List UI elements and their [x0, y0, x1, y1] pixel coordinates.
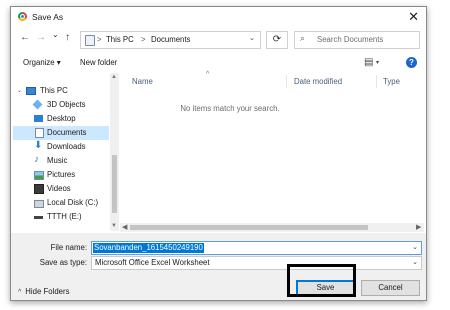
breadcrumb-separator: >: [97, 35, 102, 44]
address-dropdown-icon[interactable]: ⌄: [249, 34, 255, 42]
cancel-button[interactable]: Cancel: [361, 280, 420, 296]
navigation-pane: ⌄ This PC 3D Objects Desktop Documents ⬇…: [13, 73, 110, 231]
sidebar-item-label: Music: [47, 156, 68, 165]
sidebar-item-label: Desktop: [47, 114, 76, 123]
refresh-button[interactable]: ⟳: [266, 31, 288, 49]
pictures-icon: [34, 171, 44, 180]
column-divider[interactable]: [376, 75, 377, 88]
column-header-type[interactable]: Type: [383, 77, 400, 86]
new-folder-button[interactable]: New folder: [80, 58, 117, 67]
column-header-date-modified[interactable]: Date modified: [294, 77, 342, 86]
videos-icon: [34, 184, 44, 194]
save-type-label: Save as type:: [39, 258, 87, 267]
music-icon: ♪: [34, 154, 39, 165]
sort-ascending-icon: ^: [206, 71, 210, 78]
scroll-down-icon[interactable]: ▼: [111, 223, 117, 229]
collapse-icon[interactable]: ⌄: [17, 87, 22, 94]
title-bar: Save As ✕: [11, 7, 426, 27]
horizontal-scrollbar[interactable]: ◀ ▶: [120, 223, 424, 232]
breadcrumb-this-pc[interactable]: This PC: [106, 35, 134, 44]
breadcrumb-separator: >: [141, 35, 146, 44]
folder-icon: [85, 35, 95, 46]
chrome-icon: [18, 12, 27, 21]
sidebar-item-ttth[interactable]: TTTH (E:): [13, 210, 109, 224]
back-arrow-icon[interactable]: ←: [20, 32, 30, 43]
file-list: Name ^ Date modified Type No items match…: [120, 71, 423, 223]
file-name-dropdown-icon[interactable]: ⌄: [412, 243, 418, 251]
sidebar-item-label: Videos: [47, 184, 71, 193]
desktop-icon: [34, 115, 43, 122]
help-icon[interactable]: ?: [406, 57, 417, 68]
sidebar-item-music[interactable]: ♪ Music: [13, 154, 109, 168]
save-type-select[interactable]: Microsoft Office Excel Worksheet ⌄: [91, 256, 422, 270]
hide-folders-label: Hide Folders: [25, 287, 70, 296]
local-disk-icon: [34, 200, 44, 208]
downloads-icon: ⬇: [34, 140, 43, 151]
sidebar-item-label: TTTH (E:): [47, 212, 82, 221]
highlight-box: [287, 264, 356, 297]
sidebar-item-label: Pictures: [47, 170, 76, 179]
search-input[interactable]: ⌕ Search Documents: [294, 31, 420, 49]
sidebar-item-3d-objects[interactable]: 3D Objects: [13, 98, 109, 112]
sidebar-item-documents[interactable]: Documents: [13, 126, 109, 140]
sidebar-item-label: Local Disk (C:): [47, 198, 99, 207]
recent-locations-icon[interactable]: ⌄: [52, 30, 59, 39]
sidebar-item-downloads[interactable]: ⬇ Downloads: [13, 140, 109, 154]
organize-button[interactable]: Organize ▾: [23, 58, 61, 67]
sidebar-item-label: Downloads: [47, 142, 86, 151]
forward-arrow-icon[interactable]: →: [36, 32, 46, 43]
file-name-field[interactable]: Sovanbanden_1615450249190 ⌄: [91, 241, 422, 255]
navigation-bar: ← → ⌄ ↑ > This PC > Documents ⌄ ⟳ ⌕ Sear…: [11, 29, 426, 51]
scroll-left-icon[interactable]: ◀: [122, 223, 127, 231]
scrollbar-thumb[interactable]: [130, 225, 368, 230]
hide-folders-button[interactable]: ^ Hide Folders: [18, 287, 70, 296]
column-header-name[interactable]: Name: [132, 77, 153, 86]
save-as-dialog: Save As ✕ ← → ⌄ ↑ > This PC > Documents …: [10, 6, 427, 301]
address-bar[interactable]: > This PC > Documents ⌄: [80, 31, 261, 49]
drive-icon: [34, 216, 43, 219]
command-bar: Organize ▾ New folder ▤ ▾ ?: [11, 54, 426, 72]
view-options-icon[interactable]: ▤: [364, 57, 373, 68]
sidebar-item-pictures[interactable]: Pictures: [13, 168, 109, 182]
sidebar-item-videos[interactable]: Videos: [13, 182, 109, 196]
file-name-value[interactable]: Sovanbanden_1615450249190: [93, 243, 204, 253]
scroll-right-icon[interactable]: ▶: [416, 223, 421, 231]
dialog-title: Save As: [32, 12, 64, 22]
breadcrumb-documents[interactable]: Documents: [151, 35, 190, 44]
scrollbar-thumb[interactable]: [112, 155, 117, 213]
pc-icon: [26, 87, 36, 95]
sidebar-item-label: Documents: [47, 128, 87, 137]
sidebar-item-label: 3D Objects: [47, 100, 86, 109]
view-dropdown-icon[interactable]: ▾: [376, 59, 379, 66]
sidebar-item-local-disk[interactable]: Local Disk (C:): [13, 196, 109, 210]
empty-message: No items match your search.: [180, 104, 280, 113]
save-options-panel: File name: Sovanbanden_1615450249190 ⌄ S…: [11, 233, 426, 300]
close-icon[interactable]: ✕: [408, 9, 419, 25]
chevron-up-icon: ^: [18, 289, 22, 296]
3d-objects-icon: [32, 99, 43, 110]
scroll-up-icon[interactable]: ▲: [111, 74, 117, 80]
sidebar-item-label: This PC: [40, 86, 68, 95]
sidebar-item-this-pc[interactable]: ⌄ This PC: [13, 84, 109, 98]
save-type-dropdown-icon[interactable]: ⌄: [412, 258, 418, 266]
save-type-value: Microsoft Office Excel Worksheet: [95, 258, 210, 267]
search-placeholder: Search Documents: [317, 35, 384, 44]
file-name-label: File name:: [50, 243, 87, 252]
column-divider[interactable]: [286, 75, 287, 88]
search-icon: ⌕: [300, 33, 306, 43]
navigation-pane-scrollbar[interactable]: ▲ ▼: [110, 73, 119, 231]
sidebar-item-desktop[interactable]: Desktop: [13, 112, 109, 126]
up-arrow-icon[interactable]: ↑: [65, 32, 70, 43]
documents-icon: [35, 128, 44, 138]
